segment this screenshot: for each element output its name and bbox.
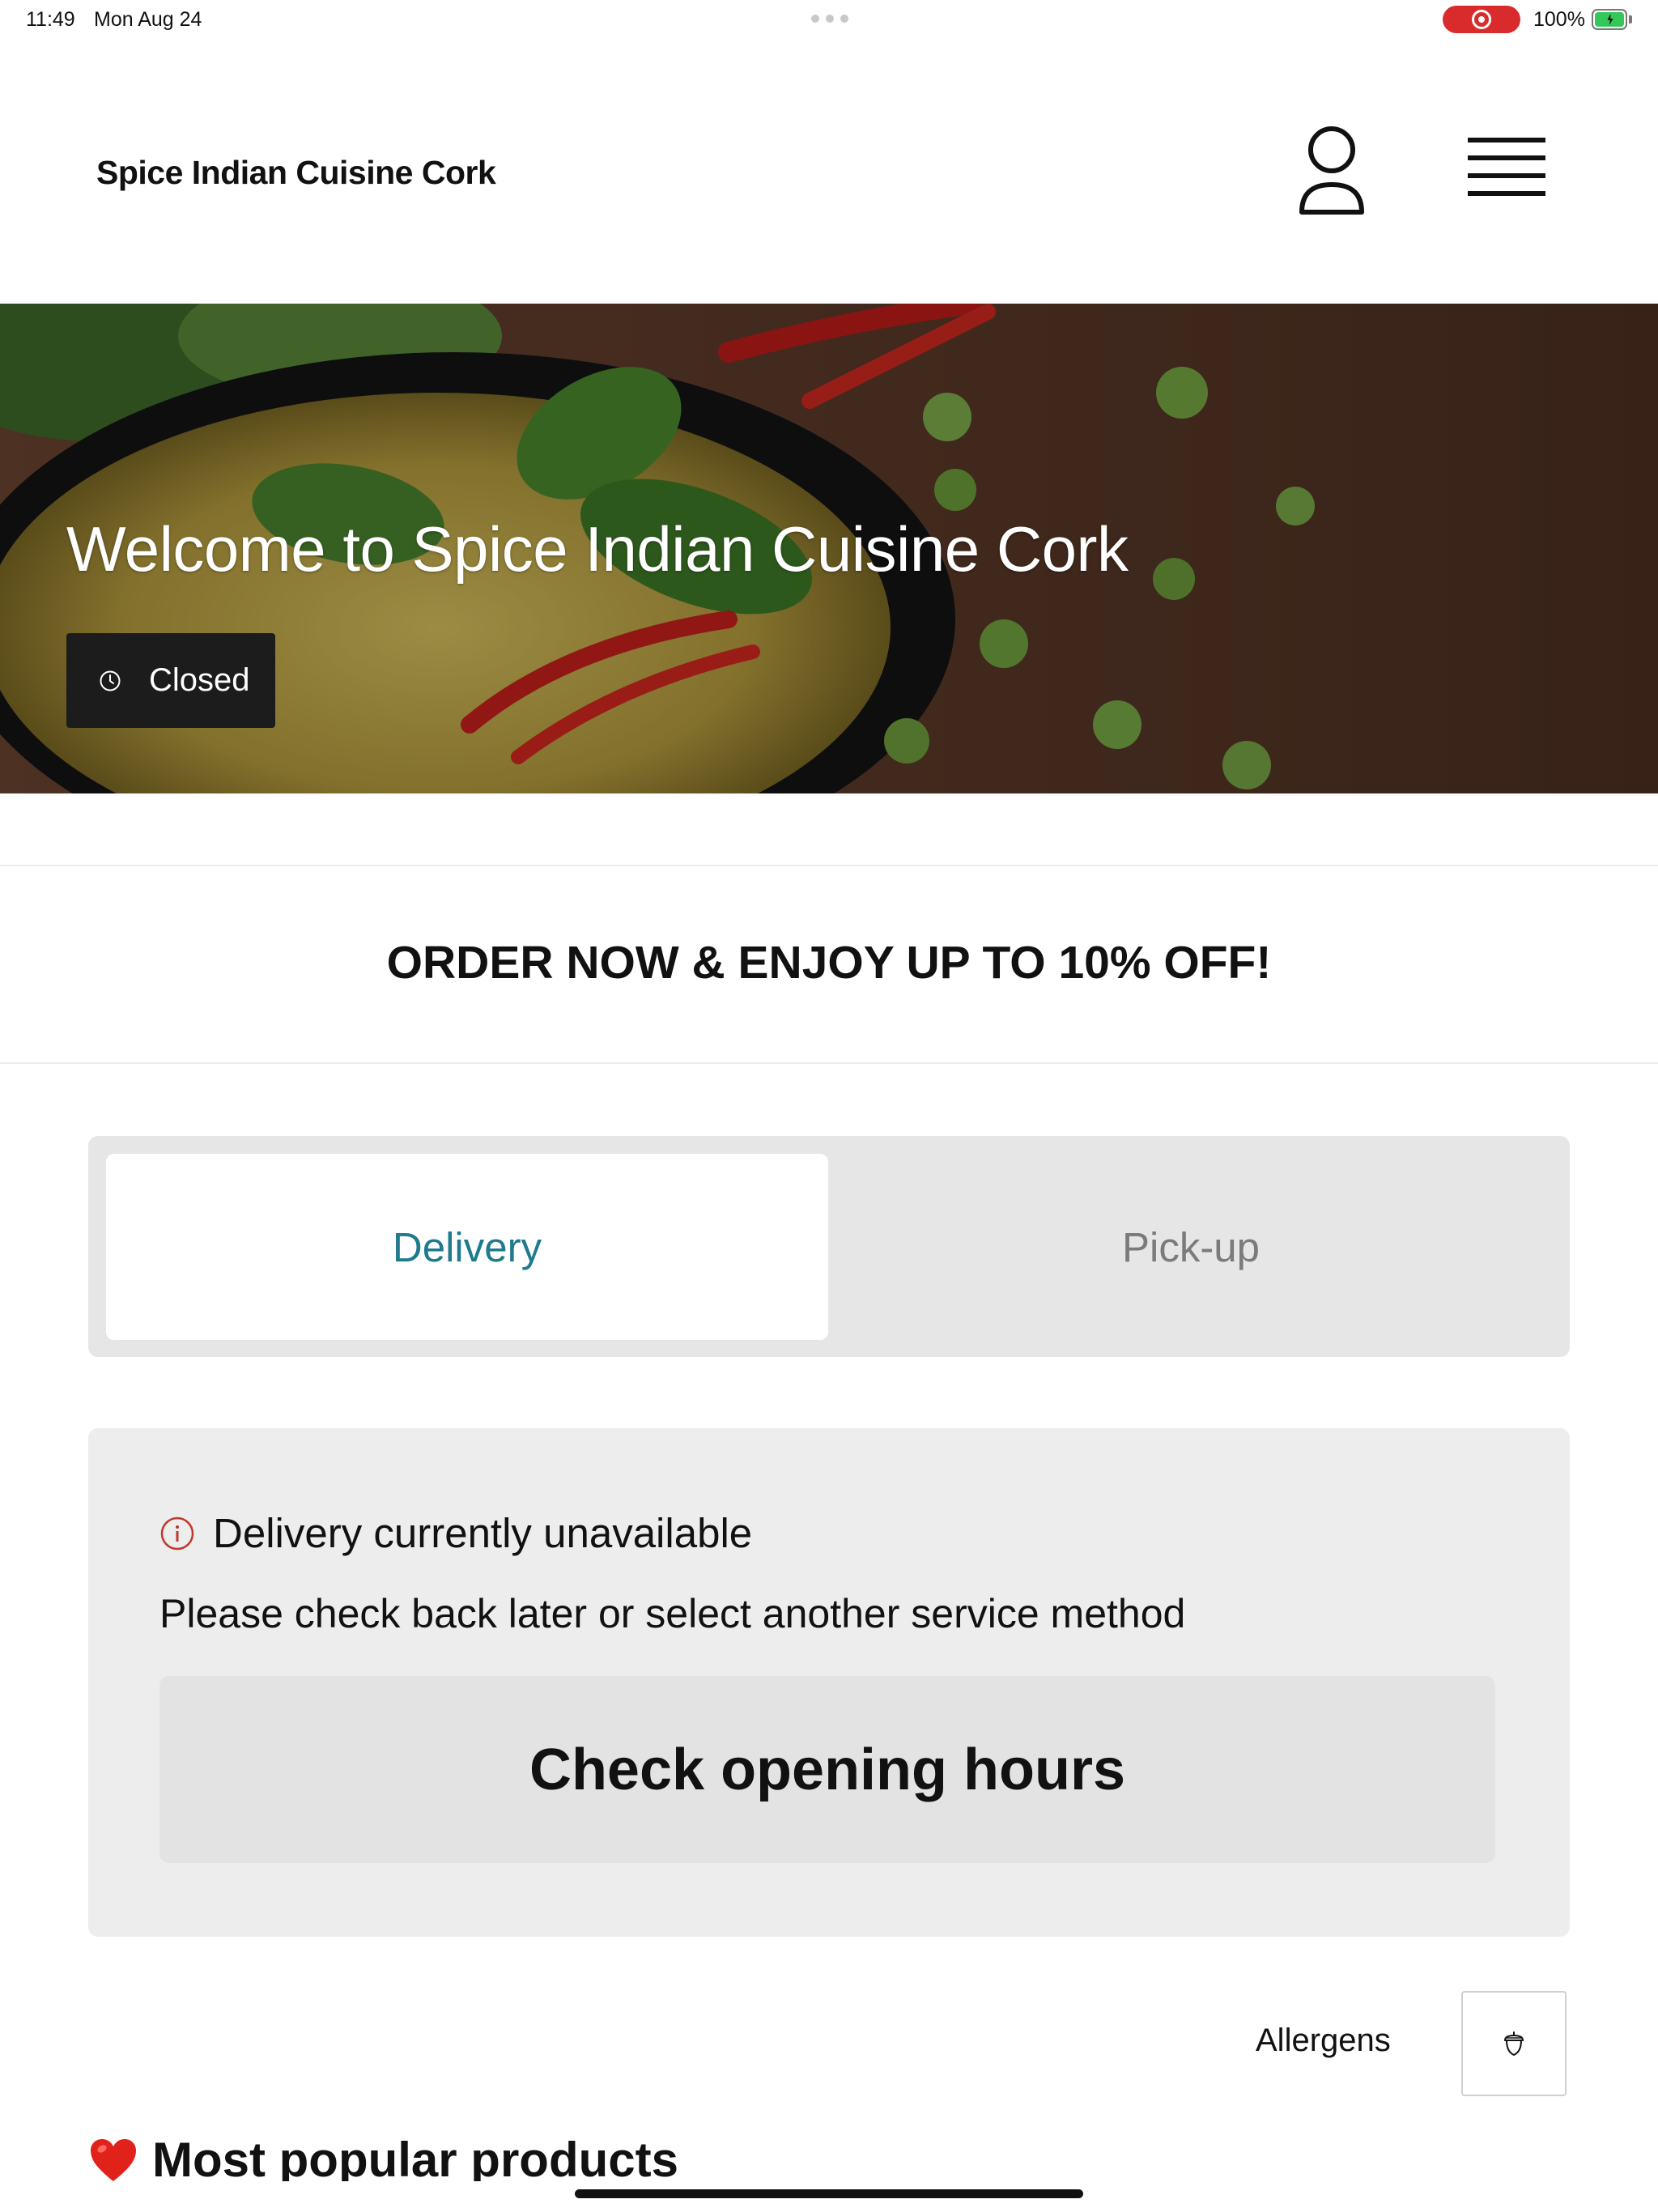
notice-title: Delivery currently unavailable	[213, 1510, 753, 1556]
status-time: 11:49	[26, 8, 75, 31]
site-header: Spice Indian Cuisine Cork	[0, 97, 1658, 243]
tab-pickup[interactable]: Pick-up	[830, 1154, 1552, 1340]
screen-recording-indicator[interactable]	[1443, 6, 1520, 33]
status-badge-label: Closed	[149, 662, 250, 698]
promo-banner: ORDER NOW & ENJOY UP TO 10% OFF!	[0, 865, 1658, 1064]
service-method-switch: Delivery Pick-up	[88, 1136, 1570, 1357]
battery-icon	[1592, 9, 1627, 30]
section-title: Most popular products	[152, 2133, 678, 2181]
status-badge: Closed	[66, 633, 275, 728]
allergens-label: Allergens	[1256, 2023, 1391, 2058]
home-indicator[interactable]	[575, 2189, 1083, 2198]
notice-subtitle: Please check back later or select anothe…	[159, 1591, 1186, 1636]
restaurant-name[interactable]: Spice Indian Cuisine Cork	[96, 154, 496, 192]
clock-icon	[100, 670, 121, 691]
status-bar: 11:49 Mon Aug 24 100%	[0, 0, 1658, 39]
account-button[interactable]	[1287, 121, 1376, 219]
check-opening-hours-button[interactable]: Check opening hours	[159, 1676, 1495, 1863]
multitasking-dots[interactable]	[811, 15, 848, 23]
hero-title: Welcome to Spice Indian Cuisine Cork	[66, 513, 1129, 585]
allergens-button[interactable]	[1461, 1991, 1567, 2096]
heart-icon	[91, 2139, 136, 2181]
status-date: Mon Aug 24	[94, 8, 202, 31]
section-most-popular: Most popular products	[89, 2129, 678, 2181]
battery-percentage: 100%	[1533, 8, 1585, 31]
menu-button[interactable]	[1461, 130, 1550, 211]
user-icon	[1299, 126, 1364, 215]
tab-delivery[interactable]: Delivery	[106, 1154, 828, 1340]
acorn-icon	[1504, 2031, 1524, 2056]
info-icon	[160, 1516, 194, 1550]
hero-banner: Welcome to Spice Indian Cuisine Cork Clo…	[0, 304, 1658, 793]
hamburger-icon	[1468, 138, 1545, 196]
delivery-unavailable-panel: Delivery currently unavailable Please ch…	[88, 1428, 1570, 1937]
promo-text: ORDER NOW & ENJOY UP TO 10% OFF!	[386, 937, 1272, 989]
